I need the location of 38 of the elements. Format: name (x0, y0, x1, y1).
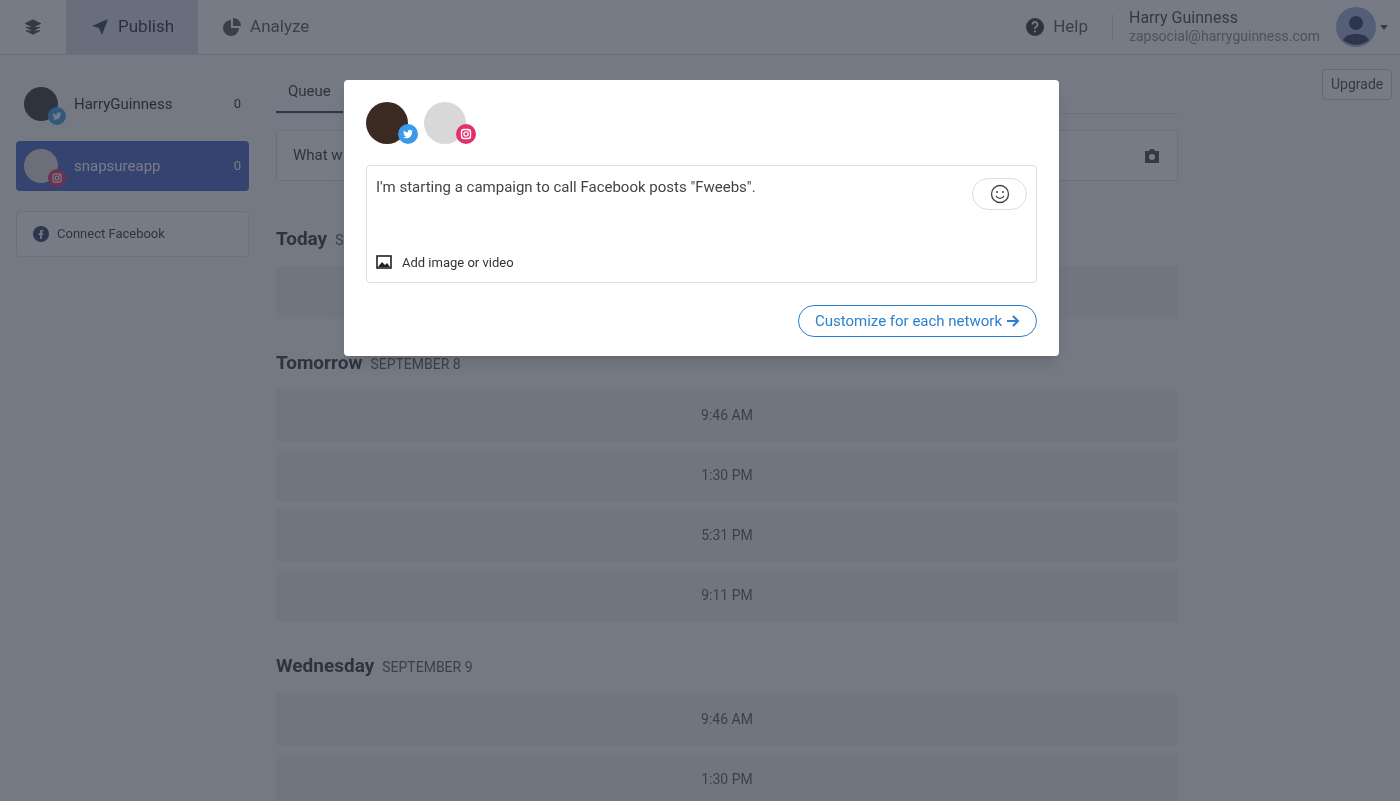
post-count: 0 (233, 157, 241, 176)
add-media-button[interactable]: Add image or video (376, 252, 514, 272)
camera-icon[interactable] (1143, 147, 1161, 164)
bird-icon (398, 124, 418, 144)
day-date: SEPTEMBER 8 (370, 354, 461, 374)
camera-icon (48, 169, 66, 187)
post-text-field[interactable]: I'm starting a campaign to call Facebook posts "Fweebs". Add image or video (366, 165, 1037, 283)
post-text: I'm starting a campaign to call Facebook posts "Fweebs". (376, 177, 756, 198)
facebook-icon (33, 226, 49, 242)
upgrade-button[interactable]: Upgrade (1322, 69, 1393, 100)
layers-icon[interactable] (25, 19, 41, 35)
connect-facebook-button[interactable]: Connect Facebook (16, 211, 249, 257)
help-icon (1025, 17, 1046, 37)
paper-plane-icon (90, 17, 110, 37)
pie-chart-icon (222, 17, 243, 37)
post-count: 0 (233, 95, 241, 114)
avatar-icon[interactable] (1336, 7, 1376, 47)
help-link[interactable]: Help (1025, 14, 1113, 40)
day-heading: Wednesday (276, 653, 375, 679)
bird-icon (48, 107, 66, 125)
photo-placeholder[interactable] (366, 102, 408, 144)
caret-icon[interactable] (1380, 23, 1388, 31)
day-date: SEPTEMBER 9 (382, 658, 473, 677)
account-item[interactable]: snapsureapp 0 (16, 141, 249, 191)
composer-placeholder: What w (293, 145, 344, 167)
arrow-right-icon (1006, 315, 1020, 327)
day-heading: Today (276, 226, 328, 252)
user-name: Harry Guinness (1128, 8, 1239, 29)
camera-icon (456, 124, 476, 144)
queue-tab[interactable]: Queue (276, 71, 343, 113)
day-date: S (335, 231, 344, 250)
nav-tab[interactable]: Publish (66, 0, 199, 54)
account-name: snapsureapp (74, 155, 162, 177)
account-item[interactable]: HarryGuinness 0 (16, 79, 249, 129)
day-heading: Tomorrow (276, 349, 363, 376)
image-icon (376, 255, 392, 270)
smiley-icon (989, 184, 1010, 204)
account-name: HarryGuinness (74, 93, 174, 115)
